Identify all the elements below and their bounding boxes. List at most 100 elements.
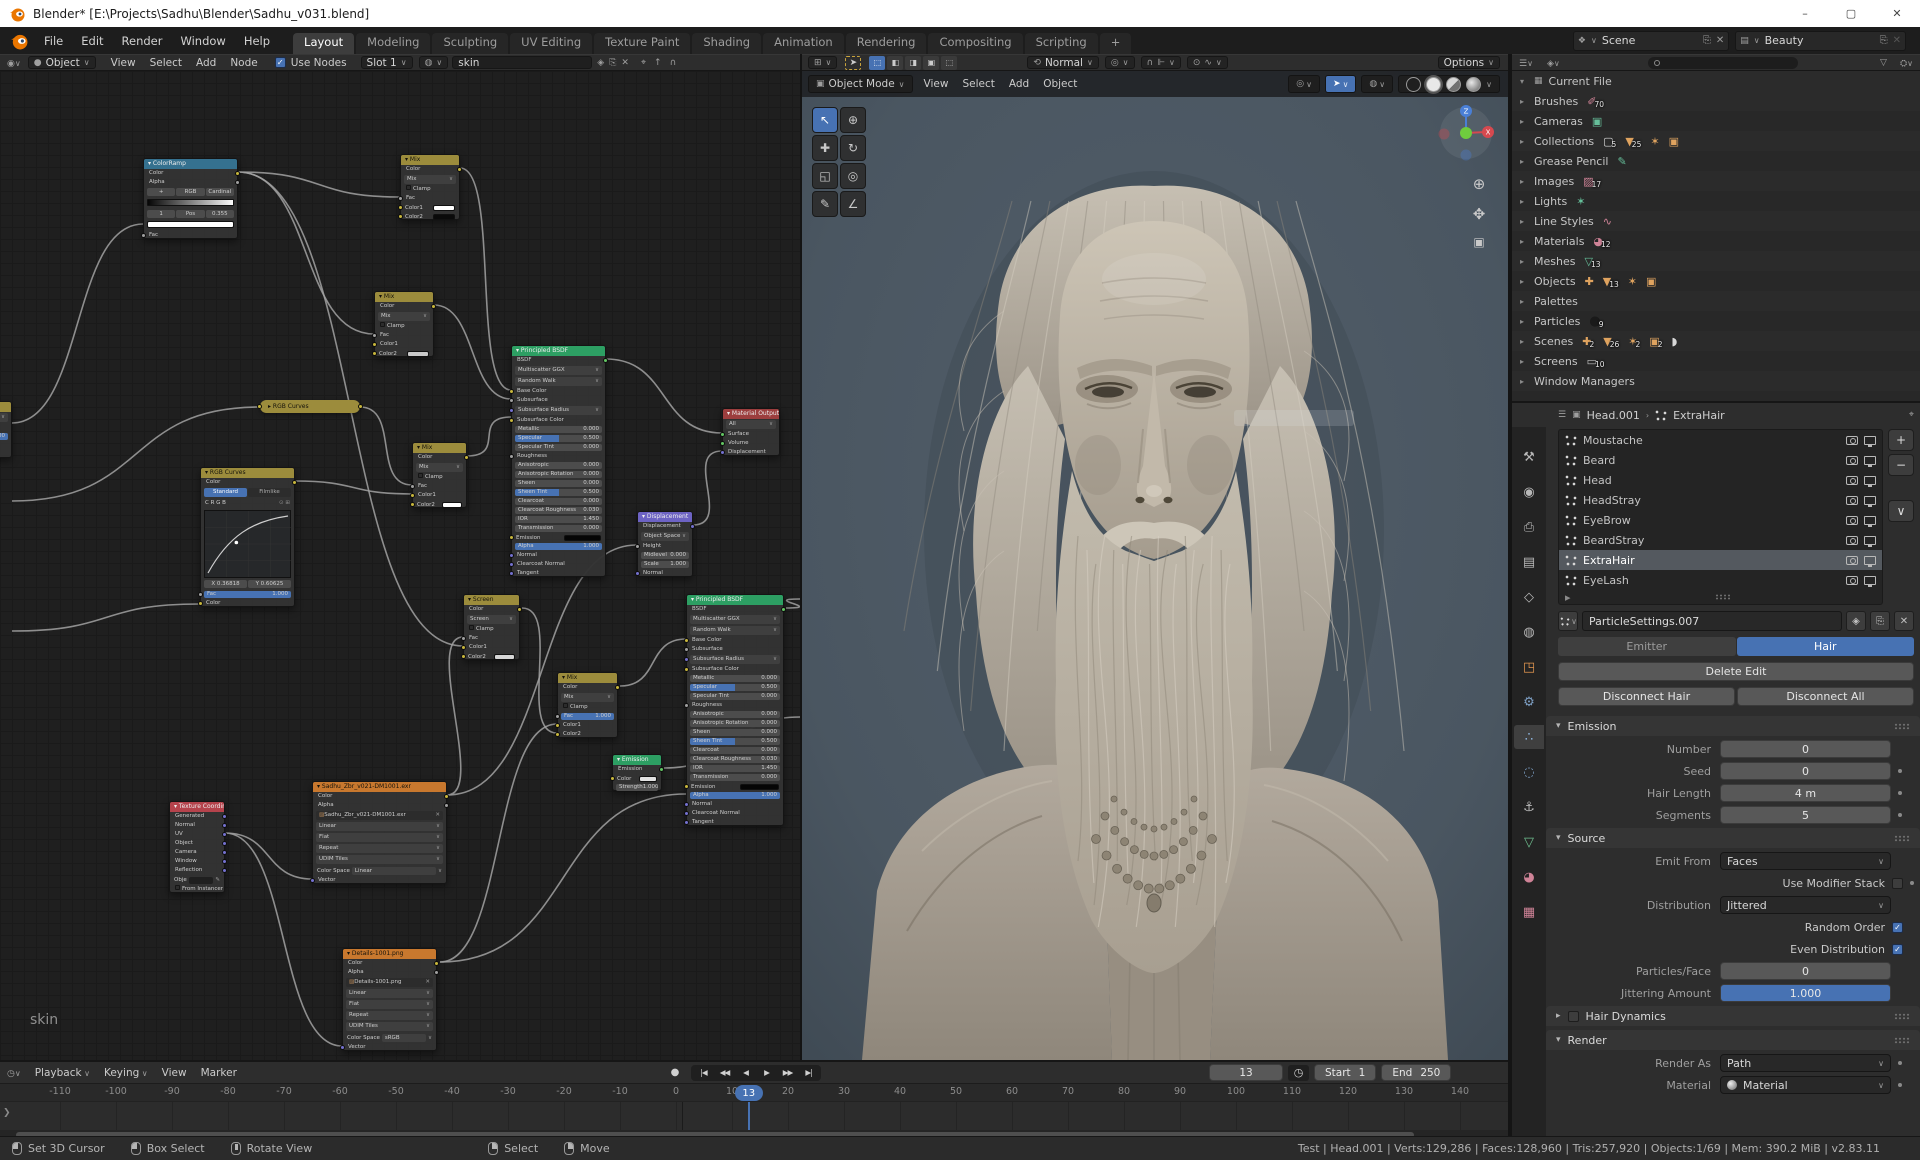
solid-shading-button[interactable]	[1426, 77, 1441, 92]
node-row-val[interactable]: Clearcoat Roughness0.030	[512, 506, 605, 515]
properties-tab-data[interactable]: ▽	[1514, 830, 1544, 854]
node-color-swatch-row[interactable]: Color1	[401, 203, 459, 212]
node-dropdown[interactable]: Object Space∨	[641, 532, 689, 541]
outliner-row[interactable]: ▸Collections▢5▼25✶▣	[1512, 131, 1920, 151]
input-socket[interactable]	[257, 404, 262, 409]
property-dropdown[interactable]: Jittered∨	[1720, 896, 1891, 914]
node-value-field[interactable]: IOR1.450	[515, 516, 602, 523]
node-curves[interactable]: ▾ RGB CurvesColorStandardFilmlikeC R G B…	[200, 467, 295, 607]
workspace-tab-uv-editing[interactable]: UV Editing	[510, 33, 592, 54]
editor-type-icon[interactable]: ☰∨	[1512, 57, 1540, 69]
node-slider[interactable]: Sheen Tint0.500	[515, 489, 602, 496]
area-splitter[interactable]	[800, 54, 802, 1060]
input-socket[interactable]	[684, 647, 689, 652]
show-gizmo-dropdown[interactable]: ◎∨	[1288, 75, 1320, 93]
node-row-slider[interactable]: Fac1.000	[558, 712, 617, 721]
scene-name[interactable]: Scene	[1602, 34, 1698, 47]
timeline-menu-view[interactable]: View	[155, 1067, 194, 1079]
next-keyframe-button[interactable]: ▶▶	[777, 1065, 798, 1081]
node-value-field[interactable]: Specular Tint0.000	[515, 444, 602, 451]
input-socket[interactable]	[509, 389, 514, 394]
emitter-toggle[interactable]: Emitter	[1558, 637, 1736, 656]
node-dropdown[interactable]: Mix∨	[378, 312, 430, 321]
node-value-field[interactable]: Anisotropic0.000	[515, 462, 602, 469]
select-mode-extend-button[interactable]: ◧	[887, 56, 903, 70]
node-row-val[interactable]: Specular Tint0.000	[687, 692, 783, 701]
node-row-val[interactable]: Strength1.000	[613, 783, 661, 792]
node-row-val[interactable]: IOR1.450	[512, 515, 605, 524]
input-socket[interactable]	[684, 802, 689, 807]
outliner-row[interactable]: ▸Cameras▣	[1512, 111, 1920, 131]
animate-dot-icon[interactable]	[1898, 1061, 1902, 1065]
node-row-val[interactable]: Scale1.000	[638, 560, 692, 569]
node-slider[interactable]: Specular0.500	[515, 435, 602, 442]
viewport-menu-add[interactable]: Add	[1002, 78, 1036, 90]
node-row-ddin[interactable]: Subsurface Radius∨	[687, 654, 783, 665]
input-socket[interactable]	[635, 544, 640, 549]
node-value-field[interactable]: Scale1.000	[641, 561, 689, 568]
node-title[interactable]: ▾ ColorRamp	[144, 159, 237, 169]
expand-icon[interactable]: ▸	[1520, 137, 1534, 146]
property-field[interactable]: Material∨	[1720, 1076, 1891, 1094]
workspace-tab-scripting[interactable]: Scripting	[1025, 33, 1098, 54]
proportional-edit-dropdown[interactable]: ⊙∿∨	[1187, 56, 1228, 69]
navigation-gizmo[interactable]: Z X	[1436, 103, 1496, 163]
node-mix4[interactable]: ▾ MixColorMix∨ClampFac1.000Color1Color2	[557, 672, 618, 738]
node-slider[interactable]: Fac1.000	[0, 433, 8, 440]
workspace-tab-sculpting[interactable]: Sculpting	[432, 33, 508, 54]
node-checkbox[interactable]: Clamp	[413, 474, 448, 480]
node-row-dd[interactable]: Screen∨	[464, 614, 519, 625]
input-socket[interactable]	[372, 351, 377, 356]
node-row-dd[interactable]: UDIM Tiles∨	[313, 854, 446, 865]
expand-icon[interactable]: ▸	[1520, 337, 1534, 346]
node-row-dd[interactable]: Mix∨	[401, 174, 459, 185]
close-icon[interactable]: ✕	[1716, 35, 1724, 46]
node-dropdown[interactable]: All∨	[726, 420, 776, 429]
input-socket[interactable]	[461, 636, 466, 641]
node-dropdown[interactable]: Screen∨	[467, 615, 516, 624]
material-browse-dropdown[interactable]: ◍∨	[419, 56, 449, 69]
color-swatch[interactable]	[442, 502, 462, 508]
copy-icon[interactable]: ⎘	[609, 58, 616, 68]
property-field[interactable]: 0	[1720, 762, 1891, 780]
node-screen[interactable]: ▾ ScreenColorScreen∨ClampFacColor1Color2	[463, 594, 520, 660]
image-name-field[interactable]: ▨ Sadhu_Zbr_v021-DM1001.exr✕	[316, 811, 443, 820]
disconnect-all-button[interactable]: Disconnect All	[1737, 687, 1914, 706]
close-icon[interactable]: ✕	[621, 58, 629, 68]
node-value-field[interactable]: Strength1.000	[616, 784, 658, 791]
color-swatch[interactable]	[433, 214, 455, 220]
output-socket[interactable]	[222, 859, 227, 864]
select-mode-invert-button[interactable]: ▣	[923, 56, 939, 70]
output-socket[interactable]	[222, 841, 227, 846]
node-row-curve[interactable]	[201, 509, 294, 579]
output-socket[interactable]	[444, 794, 449, 799]
input-socket[interactable]	[509, 562, 514, 567]
property-field[interactable]: 0	[1720, 740, 1891, 758]
node-color-swatch-row[interactable]: Color2	[375, 349, 433, 358]
shader-menu-add[interactable]: Add	[189, 57, 223, 69]
properties-tab-tool[interactable]: ⚒	[1514, 445, 1544, 469]
current-frame-field[interactable]: 13	[1209, 1064, 1283, 1081]
node-value-field[interactable]: IOR1.450	[690, 765, 780, 772]
node-row-chk[interactable]: From Instancer	[170, 885, 224, 894]
workspace-tab-rendering[interactable]: Rendering	[846, 33, 927, 54]
mode-dropdown[interactable]: ▣Object Mode∨	[808, 75, 913, 93]
output-socket[interactable]	[517, 607, 522, 612]
properties-tab-scene[interactable]: ◇	[1514, 585, 1544, 609]
output-socket[interactable]	[222, 823, 227, 828]
node-mix1[interactable]: ▾ MixColorMix∨ClampFacColor1Color2	[400, 154, 460, 220]
output-socket[interactable]	[222, 814, 227, 819]
color-swatch[interactable]	[564, 535, 601, 541]
add-workspace-button[interactable]: +	[1100, 33, 1132, 54]
timeline-menu-playback[interactable]: Playback ∨	[28, 1067, 97, 1079]
close-icon[interactable]: ✕	[1893, 35, 1901, 46]
input-socket[interactable]	[410, 502, 415, 507]
property-field[interactable]: 4 m	[1720, 784, 1891, 802]
list-grip-row[interactable]: ▸	[1559, 590, 1882, 604]
node-row-val[interactable]: Sheen0.000	[512, 479, 605, 488]
use-preview-range-icon[interactable]: ◷	[1288, 1065, 1309, 1081]
node-title[interactable]: ▾ RGB Curves	[201, 468, 294, 478]
input-socket[interactable]	[398, 196, 403, 201]
node-curves-collapsed[interactable]: ▸ RGB Curves	[260, 400, 360, 413]
node-row-val[interactable]: Anisotropic Rotation0.000	[512, 470, 605, 479]
